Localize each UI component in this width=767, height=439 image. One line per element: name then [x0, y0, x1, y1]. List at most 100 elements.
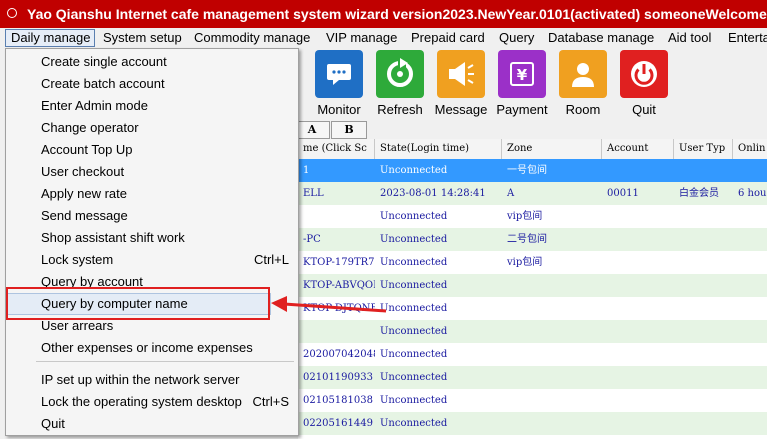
- menu-item-account-top-up[interactable]: Account Top Up: [7, 139, 297, 161]
- monitor-label: Monitor: [317, 102, 361, 117]
- menu-commodity-manage[interactable]: Commodity manage: [189, 29, 315, 47]
- menu-item-label: Send message: [41, 208, 128, 223]
- tab-a[interactable]: A: [294, 121, 330, 139]
- yen-payment-icon: ¥: [498, 50, 546, 98]
- table-row[interactable]: Unconnected vip包间: [298, 205, 767, 228]
- person-room-icon: [559, 50, 607, 98]
- table-cell: [674, 205, 733, 228]
- table-cell: [602, 412, 674, 435]
- menu-item-label: IP set up within the network server: [41, 372, 240, 387]
- tab-b[interactable]: B: [331, 121, 367, 139]
- column-account[interactable]: Account: [602, 139, 674, 159]
- table-cell: Unconnected: [380, 418, 448, 429]
- menu-database-manage[interactable]: Database manage: [543, 29, 659, 47]
- menu-query[interactable]: Query: [494, 29, 539, 47]
- menu-item-enter-admin-mode[interactable]: Enter Admin mode: [7, 95, 297, 117]
- menu-item-label: Shop assistant shift work: [41, 230, 185, 245]
- table-cell: 一号包间: [507, 165, 547, 176]
- table-cell: 02101190933: [303, 372, 373, 383]
- column-name[interactable]: me (Click Sc: [298, 139, 375, 159]
- table-cell: [674, 159, 733, 182]
- table-cell: Unconnected: [380, 326, 448, 337]
- table-row[interactable]: 02105181038 Unconnected: [298, 389, 767, 412]
- menu-aid-tool[interactable]: Aid tool: [663, 29, 716, 47]
- menu-item-label: Enter Admin mode: [41, 98, 148, 113]
- table-cell: [733, 320, 767, 343]
- menu-item-change-operator[interactable]: Change operator: [7, 117, 297, 139]
- table-cell: [502, 366, 602, 389]
- menu-item-label: Create batch account: [41, 76, 165, 91]
- table-row[interactable]: 202007042048 Unconnected: [298, 343, 767, 366]
- table-cell: A: [507, 188, 515, 199]
- menu-item-label: Account Top Up: [41, 142, 133, 157]
- table-cell: [502, 389, 602, 412]
- table-cell: Unconnected: [380, 395, 448, 406]
- table-cell: [298, 205, 375, 228]
- annotation-highlight-box: [6, 287, 270, 320]
- quit-button[interactable]: Quit: [616, 50, 672, 117]
- menu-entertainment[interactable]: Enterta: [723, 29, 767, 47]
- column-user-type[interactable]: User Typ: [674, 139, 733, 159]
- menu-separator: [36, 361, 294, 362]
- table-cell: Unconnected: [380, 257, 448, 268]
- table-cell: 02105181038: [303, 395, 373, 406]
- table-cell: [674, 251, 733, 274]
- table-row[interactable]: KTOP-179TR72 Unconnected vip包间: [298, 251, 767, 274]
- payment-button[interactable]: ¥ Payment: [494, 50, 550, 117]
- table-cell: Unconnected: [380, 165, 448, 176]
- table-row[interactable]: -PC Unconnected 二号包间: [298, 228, 767, 251]
- table-row[interactable]: 1 Unconnected 一号包间: [298, 159, 767, 182]
- table-cell: Unconnected: [380, 234, 448, 245]
- computer-list-table: me (Click Sc State(Login time) Zone Acco…: [298, 139, 767, 439]
- refresh-button[interactable]: Refresh: [372, 50, 428, 117]
- menu-item-send-message[interactable]: Send message: [7, 205, 297, 227]
- menu-item-lock-the-operating-system-desktop[interactable]: Lock the operating system desktop Ctrl+S: [7, 391, 297, 413]
- room-button[interactable]: Room: [555, 50, 611, 117]
- menu-item-create-batch-account[interactable]: Create batch account: [7, 73, 297, 95]
- table-cell: [674, 228, 733, 251]
- table-cell: Unconnected: [380, 349, 448, 360]
- title-bar: Yao Qianshu Internet cafe management sys…: [0, 0, 767, 28]
- table-cell: [674, 343, 733, 366]
- menu-system-setup[interactable]: System setup: [98, 29, 187, 47]
- table-cell: [733, 274, 767, 297]
- table-row[interactable]: ELL 2023-08-01 14:28:41 A 00011 白金会员 6 hou: [298, 182, 767, 205]
- table-row[interactable]: 02205161449 Unconnected: [298, 412, 767, 435]
- menu-item-apply-new-rate[interactable]: Apply new rate: [7, 183, 297, 205]
- table-cell: [502, 274, 602, 297]
- table-row[interactable]: 02101190933 Unconnected: [298, 366, 767, 389]
- table-cell: [733, 228, 767, 251]
- menu-item-create-single-account[interactable]: Create single account: [7, 51, 297, 73]
- column-online[interactable]: Onlin: [733, 139, 767, 159]
- table-cell: 白金会员: [679, 188, 719, 199]
- table-cell: 1: [303, 165, 310, 176]
- menu-prepaid-card[interactable]: Prepaid card: [406, 29, 490, 47]
- menu-item-quit[interactable]: Quit: [7, 413, 297, 435]
- table-cell: [602, 297, 674, 320]
- menu-item-other-expenses-or-income-expenses[interactable]: Other expenses or income expenses: [7, 337, 297, 359]
- refresh-label: Refresh: [377, 102, 423, 117]
- menu-item-shop-assistant-shift-work[interactable]: Shop assistant shift work: [7, 227, 297, 249]
- column-state[interactable]: State(Login time): [375, 139, 502, 159]
- column-zone[interactable]: Zone: [502, 139, 602, 159]
- menu-bar: Daily manage System setup Commodity mana…: [0, 28, 767, 48]
- menu-vip-manage[interactable]: VIP manage: [321, 29, 402, 47]
- table-cell: 2023-08-01 14:28:41: [380, 188, 486, 199]
- table-row[interactable]: Unconnected: [298, 320, 767, 343]
- table-cell: [298, 320, 375, 343]
- menu-item-user-checkout[interactable]: User checkout: [7, 161, 297, 183]
- menu-item-label: Lock the operating system desktop: [41, 394, 242, 409]
- table-cell: [733, 251, 767, 274]
- table-cell: 6 hou: [738, 188, 767, 199]
- monitor-button[interactable]: Monitor: [311, 50, 367, 117]
- table-cell: [602, 274, 674, 297]
- menu-item-shortcut: Ctrl+L: [253, 252, 289, 267]
- menu-item-lock-system[interactable]: Lock system Ctrl+L: [7, 249, 297, 271]
- daily-manage-dropdown: Create single account Create batch accoun…: [5, 48, 299, 436]
- table-cell: [733, 343, 767, 366]
- menu-item-ip-set-up-within-the-network-server[interactable]: IP set up within the network server: [7, 369, 297, 391]
- window-title: Yao Qianshu Internet cafe management sys…: [27, 6, 767, 22]
- menu-item-label: Other expenses or income expenses: [41, 340, 253, 355]
- message-button[interactable]: Message: [433, 50, 489, 117]
- menu-daily-manage[interactable]: Daily manage: [5, 29, 95, 47]
